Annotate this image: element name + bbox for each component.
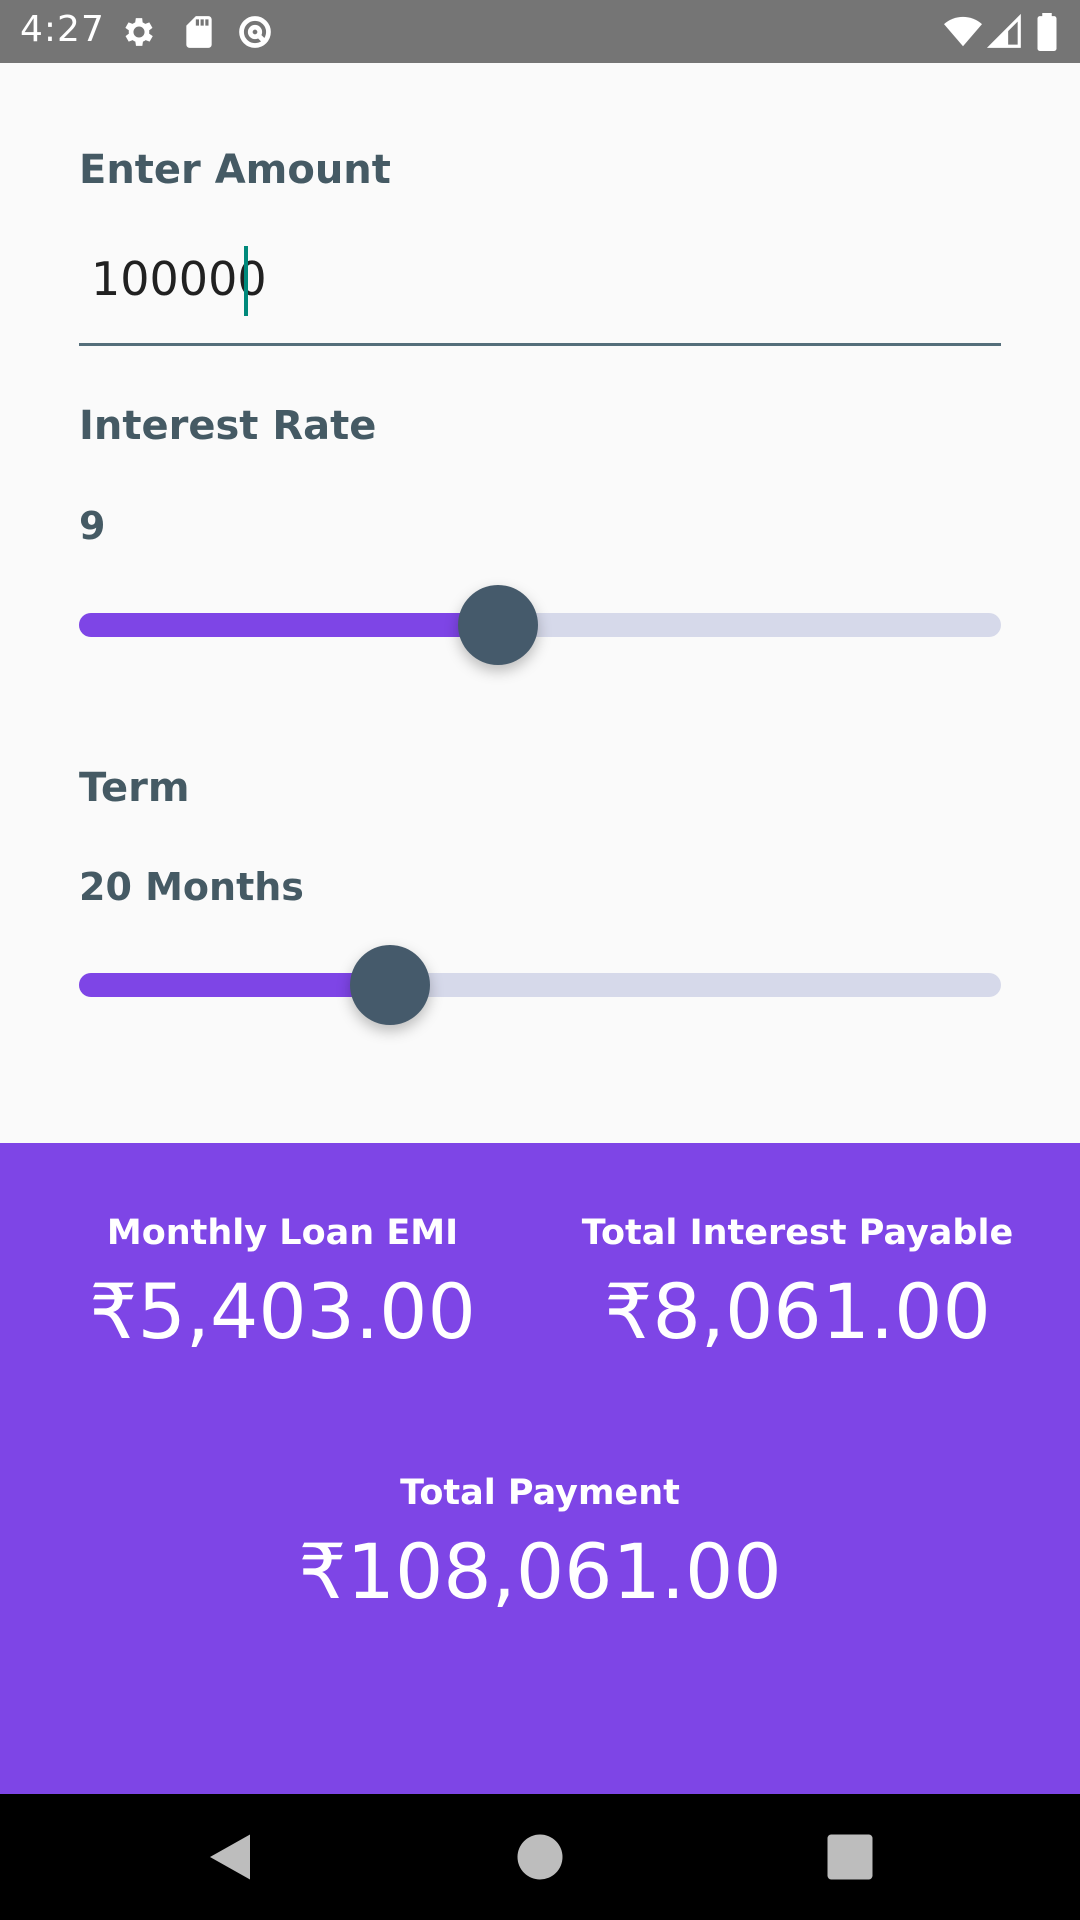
cell-signal-icon	[986, 13, 1024, 51]
navigation-bar	[0, 1794, 1080, 1920]
home-icon[interactable]	[510, 1827, 570, 1887]
slider-fill	[79, 973, 390, 997]
amount-value: 100000	[91, 252, 267, 306]
sd-card-icon	[180, 13, 218, 51]
text-cursor	[244, 246, 248, 316]
settings-icon	[120, 13, 158, 51]
total-title: Total Payment	[400, 1473, 680, 1513]
term-slider[interactable]	[79, 945, 1001, 1025]
recents-icon[interactable]	[820, 1827, 880, 1887]
wifi-icon	[944, 13, 982, 51]
slider-thumb[interactable]	[349, 945, 430, 1025]
status-bar: 4:27	[0, 0, 1080, 63]
total-result: Total Payment ₹108,061.00	[240, 1473, 840, 1616]
emi-result: Monthly Loan EMI ₹5,403.00	[60, 1213, 505, 1356]
battery-icon	[1032, 13, 1062, 51]
results-panel: Monthly Loan EMI ₹5,403.00 Total Interes…	[0, 1143, 1080, 1794]
interest-rate-label: Interest Rate	[79, 403, 377, 449]
interest-title: Total Interest Payable	[581, 1213, 1014, 1253]
back-icon[interactable]	[200, 1827, 260, 1887]
term-label: Term	[79, 765, 190, 811]
interest-rate-slider[interactable]	[79, 585, 1001, 665]
term-value: 20 Months	[79, 865, 304, 909]
emi-value: ₹5,403.00	[89, 1267, 476, 1356]
amount-label: Enter Amount	[79, 147, 391, 193]
data-saver-icon	[236, 13, 274, 51]
slider-thumb[interactable]	[457, 585, 538, 665]
interest-rate-value: 9	[79, 504, 106, 548]
emi-title: Monthly Loan EMI	[106, 1213, 459, 1253]
status-time: 4:27	[20, 9, 105, 50]
interest-value: ₹8,061.00	[604, 1267, 991, 1356]
amount-input[interactable]: 100000	[79, 238, 1001, 346]
interest-result: Total Interest Payable ₹8,061.00	[575, 1213, 1020, 1356]
slider-fill	[79, 613, 498, 637]
total-value: ₹108,061.00	[298, 1527, 782, 1616]
